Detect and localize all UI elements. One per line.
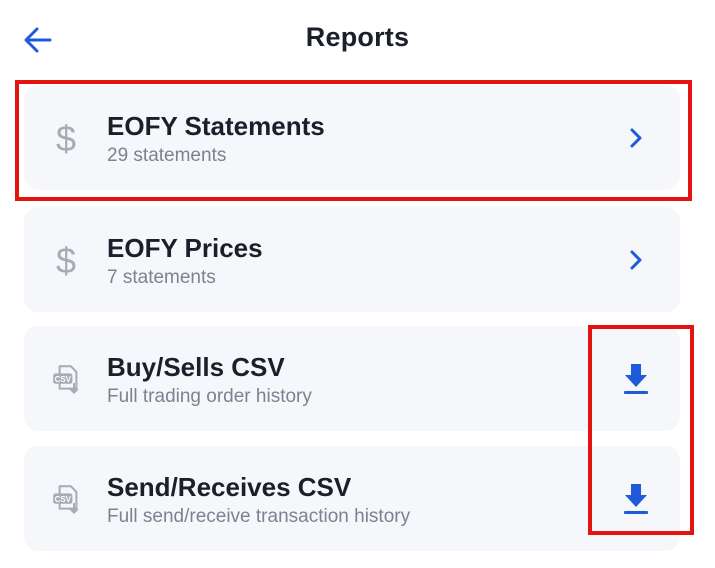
- report-item-subtitle: Full trading order history: [107, 386, 312, 407]
- report-item-label: EOFY Prices: [107, 233, 263, 263]
- page-title: Reports: [305, 22, 410, 52]
- dollar-icon: $: [50, 207, 82, 312]
- svg-text:$: $: [56, 240, 76, 280]
- report-item-send-receives-csv[interactable]: CSV Send/Receives CSV Full send/receive …: [24, 446, 680, 551]
- chevron-right-icon[interactable]: [616, 85, 656, 190]
- report-item-subtitle: 29 statements: [107, 145, 227, 166]
- report-item-label: Buy/Sells CSV: [107, 352, 285, 382]
- download-icon[interactable]: [616, 326, 656, 431]
- report-item-label: Send/Receives CSV: [107, 472, 352, 502]
- report-item-label: EOFY Statements: [107, 111, 325, 141]
- report-item-eofy-prices[interactable]: $ EOFY Prices 7 statements: [24, 207, 680, 312]
- report-item-subtitle: 7 statements: [107, 267, 216, 288]
- dollar-icon: $: [50, 85, 82, 190]
- svg-text:$: $: [56, 118, 76, 158]
- svg-text:CSV: CSV: [55, 374, 72, 383]
- report-item-eofy-statements[interactable]: $ EOFY Statements 29 statements: [24, 85, 680, 190]
- top-bar: Reports: [0, 0, 715, 80]
- download-icon[interactable]: [616, 446, 656, 551]
- csv-file-icon: CSV: [50, 326, 82, 431]
- chevron-right-icon[interactable]: [616, 207, 656, 312]
- csv-file-icon: CSV: [50, 446, 82, 551]
- report-item-subtitle: Full send/receive transaction history: [107, 506, 411, 527]
- report-item-buy-sells-csv[interactable]: CSV Buy/Sells CSV Full trading order his…: [24, 326, 680, 431]
- svg-text:CSV: CSV: [55, 494, 72, 503]
